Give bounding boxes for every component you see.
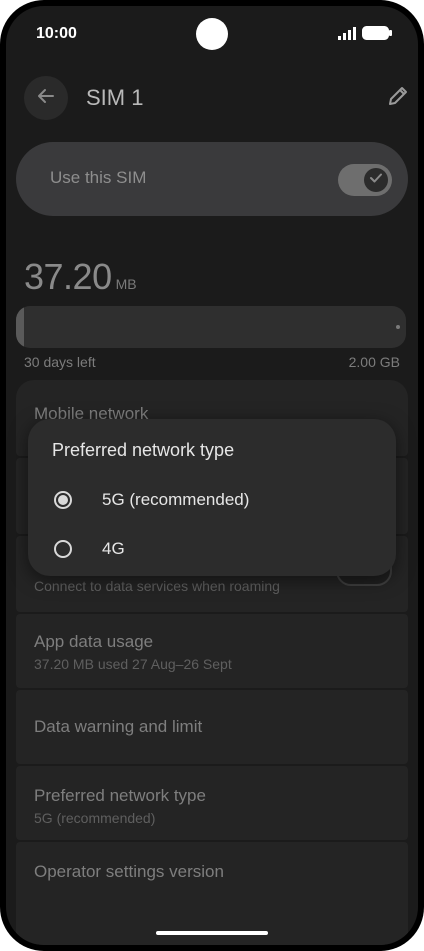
back-arrow-icon <box>36 86 56 111</box>
edit-button[interactable] <box>384 84 412 112</box>
network-type-dialog: Preferred network type 5G (recommended) … <box>28 419 396 576</box>
list-item-operator-settings[interactable]: Operator settings version <box>16 842 408 945</box>
data-usage-summary: 37.20 MB <box>24 256 137 298</box>
app-header: SIM 1 <box>6 76 418 130</box>
usage-amount: 37.20 <box>24 256 112 297</box>
switch-knob <box>364 168 388 192</box>
list-item-app-data-usage[interactable]: App data usage 37.20 MB used 27 Aug–26 S… <box>16 614 408 688</box>
usage-meta: 30 days left 2.00 GB <box>24 354 400 370</box>
preferred-network-title: Preferred network type <box>34 786 206 805</box>
roaming-subtitle: Connect to data services when roaming <box>34 578 280 594</box>
dialog-title: Preferred network type <box>52 440 235 460</box>
usage-progress-fill <box>16 306 24 348</box>
use-sim-switch[interactable] <box>338 164 392 196</box>
camera-cutout <box>196 18 228 50</box>
check-icon <box>369 171 383 190</box>
use-sim-card[interactable]: Use this SIM <box>16 142 408 216</box>
home-indicator[interactable] <box>156 931 268 935</box>
option-4g-label: 4G <box>102 539 125 558</box>
phone-frame: 10:00 SIM 1 Use this SIM 37.20 MB 30 day… <box>0 0 424 951</box>
operator-settings-title: Operator settings version <box>34 862 224 881</box>
back-button[interactable] <box>24 76 68 120</box>
radio-5g[interactable] <box>54 491 72 509</box>
system-icons <box>338 26 392 45</box>
usage-bar-end-dot <box>396 325 400 329</box>
option-5g-label: 5G (recommended) <box>102 490 250 509</box>
use-sim-label: Use this SIM <box>50 168 147 187</box>
usage-unit: MB <box>115 276 137 292</box>
option-4g[interactable]: 4G <box>44 527 374 571</box>
usage-progress-bar <box>16 306 406 348</box>
radio-selected-dot <box>58 495 68 505</box>
list-item-preferred-network[interactable]: Preferred network type 5G (recommended) <box>16 766 408 840</box>
data-limit-label: 2.00 GB <box>348 354 400 370</box>
page-title: SIM 1 <box>86 85 144 110</box>
app-data-usage-title: App data usage <box>34 632 154 651</box>
option-5g[interactable]: 5G (recommended) <box>44 478 374 522</box>
screen: 10:00 SIM 1 Use this SIM 37.20 MB 30 day… <box>6 6 418 945</box>
app-data-usage-subtitle: 37.20 MB used 27 Aug–26 Sept <box>34 656 232 672</box>
preferred-network-subtitle: 5G (recommended) <box>34 810 156 826</box>
battery-icon <box>362 26 392 45</box>
signal-icon <box>338 26 356 45</box>
status-time: 10:00 <box>36 25 77 42</box>
edit-pencil-icon <box>387 85 409 112</box>
data-warning-title: Data warning and limit <box>34 717 203 736</box>
radio-4g[interactable] <box>54 540 72 558</box>
status-bar: 10:00 <box>6 6 418 62</box>
list-item-data-warning[interactable]: Data warning and limit <box>16 690 408 764</box>
days-left-label: 30 days left <box>24 354 96 370</box>
